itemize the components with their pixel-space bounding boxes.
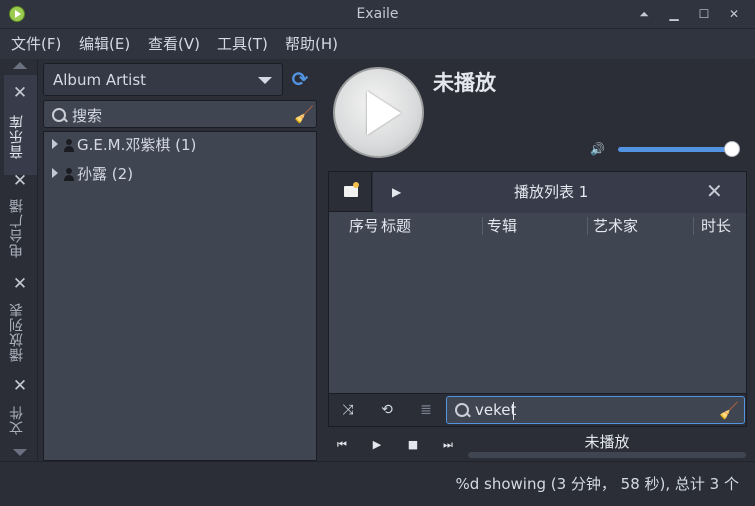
close-radio-tab-icon[interactable]: ✕: [12, 173, 28, 190]
tab-collection-label[interactable]: 音乐库: [7, 107, 31, 167]
collection-panel: Album Artist ⟳ 搜索 🧹 G.E.M.邓紫棋 (1) 孙露 (2): [40, 59, 320, 461]
tab-radio-label[interactable]: 电台广播: [7, 193, 31, 263]
column-header-artist[interactable]: 艺术家: [593, 214, 689, 239]
volume-slider-handle[interactable]: [724, 141, 740, 157]
artist-count: (2): [111, 165, 134, 183]
side-tab-strip: ✕ 音乐库 ✕ 电台广播 ✕ 播放列表 ✕ 文件: [4, 59, 38, 461]
clear-search-icon[interactable]: 🧹: [294, 105, 314, 124]
playlist-track-list[interactable]: [329, 240, 746, 392]
scroll-up-icon[interactable]: [13, 62, 27, 69]
group-by-select[interactable]: Album Artist: [43, 63, 283, 96]
menu-bar: 文件(F) 编辑(E) 查看(V) 工具(T) 帮助(H): [0, 29, 755, 59]
now-playing-title: 未播放: [433, 71, 496, 95]
close-collection-tab-icon[interactable]: ✕: [12, 85, 28, 102]
new-playlist-icon: [344, 182, 359, 197]
chevron-down-icon: [258, 77, 272, 84]
artist-icon: [64, 139, 75, 152]
column-header-length[interactable]: 时长: [701, 214, 741, 239]
menu-file[interactable]: 文件(F): [11, 29, 61, 59]
menu-view[interactable]: 查看(V): [148, 29, 200, 59]
volume-slider[interactable]: [618, 147, 732, 152]
menu-tools[interactable]: 工具(T): [217, 29, 268, 59]
playlist-filter-input[interactable]: veket 🧹: [446, 396, 745, 424]
minimize-button[interactable]: ▁: [662, 3, 686, 25]
shuffle-icon[interactable]: ⤨: [338, 400, 358, 420]
close-playlists-tab-icon[interactable]: ✕: [12, 276, 28, 293]
column-separator[interactable]: [482, 217, 483, 235]
artist-icon: [64, 168, 75, 181]
close-playlist-tab-icon[interactable]: ✕: [706, 179, 723, 203]
collection-search-input[interactable]: 搜索 🧹: [43, 100, 317, 128]
volume-icon[interactable]: 🔊: [590, 142, 605, 156]
play-button[interactable]: ▶: [366, 436, 388, 454]
search-icon: [455, 403, 469, 417]
column-header-album[interactable]: 专辑: [487, 214, 583, 239]
column-separator[interactable]: [693, 217, 694, 235]
play-pause-button[interactable]: [333, 67, 424, 158]
tree-row[interactable]: 孙露 (2): [48, 161, 133, 187]
column-header-title[interactable]: 标题: [381, 214, 477, 239]
search-placeholder: 搜索: [72, 107, 103, 125]
maximize-button[interactable]: ☐: [692, 3, 716, 25]
collection-tree[interactable]: G.E.M.邓紫棋 (1) 孙露 (2): [43, 131, 317, 461]
playing-indicator-icon: ▶: [392, 185, 402, 199]
group-by-value: Album Artist: [53, 71, 147, 89]
tree-row[interactable]: G.E.M.邓紫棋 (1): [48, 132, 196, 158]
status-text: %d showing (3 分钟， 58 秒), 总计 3 个: [455, 475, 739, 493]
menu-help[interactable]: 帮助(H): [285, 29, 338, 59]
refresh-icon[interactable]: ⟳: [290, 69, 310, 89]
filter-text: veket: [475, 401, 517, 419]
clear-filter-icon[interactable]: 🧹: [719, 401, 739, 420]
text-caret: [513, 402, 514, 420]
tab-files-label[interactable]: 文件: [7, 400, 31, 440]
menu-edit[interactable]: 编辑(E): [79, 29, 130, 59]
artist-name: 孙露: [77, 165, 108, 183]
artist-name: G.E.M.邓紫棋: [77, 136, 171, 154]
search-icon: [52, 108, 66, 122]
playback-progress-bar[interactable]: [468, 452, 746, 458]
repeat-icon[interactable]: ⟲: [377, 400, 397, 420]
column-header-number[interactable]: 序号: [349, 214, 377, 239]
previous-track-button[interactable]: ⏮: [331, 436, 353, 454]
close-files-tab-icon[interactable]: ✕: [12, 378, 28, 395]
next-track-button[interactable]: ⏭: [437, 436, 459, 454]
close-window-button[interactable]: ✕: [722, 3, 746, 25]
shade-window-button[interactable]: ⏶: [632, 3, 656, 25]
playback-status: 未播放: [584, 433, 630, 451]
tab-playlists-label[interactable]: 播放列表: [7, 297, 31, 367]
playlist-tab-label[interactable]: 播放列表 1: [514, 181, 588, 202]
expand-arrow-icon[interactable]: [52, 168, 58, 178]
stop-button[interactable]: ■: [402, 436, 424, 454]
expand-arrow-icon[interactable]: [52, 139, 58, 149]
dynamic-mode-icon[interactable]: ≣: [416, 400, 436, 420]
artist-count: (1): [175, 136, 197, 154]
scroll-down-icon[interactable]: [13, 449, 27, 456]
column-separator[interactable]: [587, 217, 588, 235]
